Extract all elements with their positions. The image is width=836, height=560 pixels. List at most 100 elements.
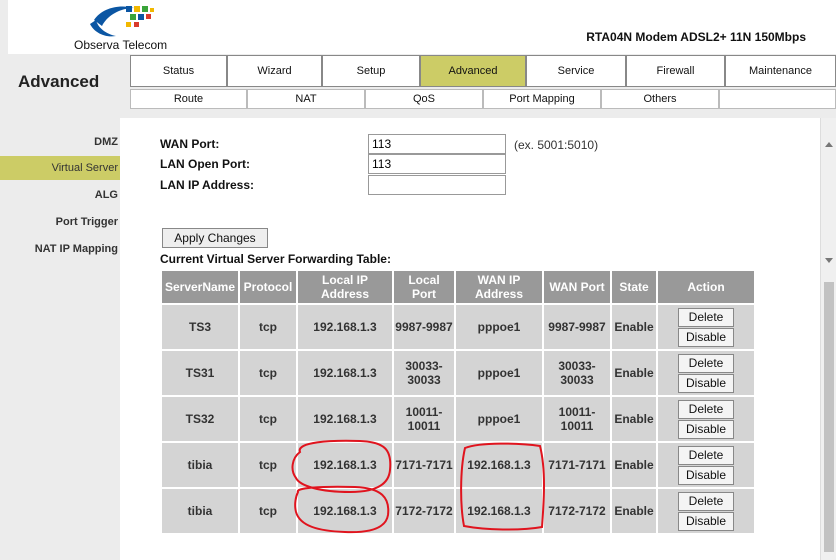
- cell-wan-port: 10011-10011: [544, 397, 610, 441]
- cell-wan-port: 7172-7172: [544, 489, 610, 533]
- disable-button[interactable]: Disable: [678, 327, 734, 347]
- vertical-scrollbar[interactable]: [820, 118, 836, 560]
- cell-action: Delete Disable: [658, 305, 754, 349]
- lan-ip-label: LAN IP Address:: [160, 178, 255, 192]
- header-wan-port: WAN Port: [544, 271, 610, 303]
- delete-button[interactable]: Delete: [678, 399, 734, 419]
- cell-protocol: tcp: [240, 397, 296, 441]
- cell-state: Enable: [612, 489, 656, 533]
- delete-button[interactable]: Delete: [678, 307, 734, 327]
- header-protocol: Protocol: [240, 271, 296, 303]
- subtab-empty: [719, 89, 836, 109]
- cell-wan-ip: pppoe1: [456, 397, 542, 441]
- tab-status[interactable]: Status: [130, 55, 227, 87]
- disable-button[interactable]: Disable: [678, 419, 734, 439]
- cell-action: Delete Disable: [658, 489, 754, 533]
- header-state: State: [612, 271, 656, 303]
- cell-local-ip: 192.168.1.3: [298, 305, 392, 349]
- cell-state: Enable: [612, 305, 656, 349]
- cell-server-name: TS3: [162, 305, 238, 349]
- disable-button[interactable]: Disable: [678, 511, 734, 531]
- tab-service[interactable]: Service: [526, 55, 626, 87]
- sidebar-item-nat-ip-mapping[interactable]: NAT IP Mapping: [0, 237, 120, 261]
- cell-protocol: tcp: [240, 305, 296, 349]
- header-action: Action: [658, 271, 754, 303]
- cell-wan-ip: 192.168.1.3: [456, 489, 542, 533]
- cell-protocol: tcp: [240, 443, 296, 487]
- cell-state: Enable: [612, 397, 656, 441]
- cell-action: Delete Disable: [658, 351, 754, 395]
- cell-wan-port: 30033-30033: [544, 351, 610, 395]
- cell-local-port: 7171-7171: [394, 443, 454, 487]
- wan-port-hint: (ex. 5001:5010): [514, 138, 599, 152]
- cell-state: Enable: [612, 443, 656, 487]
- cell-server-name: TS32: [162, 397, 238, 441]
- table-row: TS32 tcp 192.168.1.3 10011-10011 pppoe1 …: [162, 397, 754, 441]
- disable-button[interactable]: Disable: [678, 465, 734, 485]
- subtab-others[interactable]: Others: [601, 89, 719, 109]
- cell-wan-ip: pppoe1: [456, 351, 542, 395]
- tab-wizard[interactable]: Wizard: [227, 55, 322, 87]
- table-row: tibia tcp 192.168.1.3 7172-7172 192.168.…: [162, 489, 754, 533]
- subtab-route[interactable]: Route: [130, 89, 247, 109]
- sidebar-item-port-trigger[interactable]: Port Trigger: [0, 210, 120, 234]
- subtab-port-mapping[interactable]: Port Mapping: [483, 89, 601, 109]
- brand-name: Observa Telecom: [74, 38, 168, 52]
- header: Observa Telecom RTA04N Modem ADSL2+ 11N …: [8, 0, 836, 54]
- scroll-thumb[interactable]: [824, 282, 834, 552]
- header-server-name: ServerName: [162, 271, 238, 303]
- subtab-nat[interactable]: NAT: [247, 89, 365, 109]
- cell-server-name: TS31: [162, 351, 238, 395]
- cell-local-port: 9987-9987: [394, 305, 454, 349]
- table-header-row: ServerName Protocol Local IP Address Loc…: [162, 271, 754, 303]
- cell-wan-port: 9987-9987: [544, 305, 610, 349]
- modem-model: RTA04N Modem ADSL2+ 11N 150Mbps: [586, 30, 806, 44]
- cell-wan-ip: pppoe1: [456, 305, 542, 349]
- scroll-down-icon[interactable]: [825, 258, 833, 263]
- subtab-qos[interactable]: QoS: [365, 89, 483, 109]
- cell-local-port: 7172-7172: [394, 489, 454, 533]
- table-row: TS31 tcp 192.168.1.3 30033-30033 pppoe1 …: [162, 351, 754, 395]
- header-wan-ip: WAN IP Address: [456, 271, 542, 303]
- cell-server-name: tibia: [162, 489, 238, 533]
- cell-protocol: tcp: [240, 351, 296, 395]
- table-row: TS3 tcp 192.168.1.3 9987-9987 pppoe1 998…: [162, 305, 754, 349]
- cell-wan-port: 7171-7171: [544, 443, 610, 487]
- delete-button[interactable]: Delete: [678, 353, 734, 373]
- cell-local-ip: 192.168.1.3: [298, 443, 392, 487]
- sidebar-item-dmz[interactable]: DMZ: [0, 130, 120, 154]
- tab-setup[interactable]: Setup: [322, 55, 420, 87]
- header-local-port: Local Port: [394, 271, 454, 303]
- router-admin-page: Observa Telecom RTA04N Modem ADSL2+ 11N …: [0, 0, 836, 560]
- delete-button[interactable]: Delete: [678, 491, 734, 511]
- scroll-up-icon[interactable]: [825, 142, 833, 147]
- tab-firewall[interactable]: Firewall: [626, 55, 725, 87]
- cell-state: Enable: [612, 351, 656, 395]
- cell-local-ip: 192.168.1.3: [298, 351, 392, 395]
- cell-server-name: tibia: [162, 443, 238, 487]
- cell-action: Delete Disable: [658, 397, 754, 441]
- lan-open-port-input[interactable]: [368, 154, 506, 174]
- sidebar: DMZ Virtual Server ALG Port Trigger NAT …: [0, 118, 120, 560]
- sidebar-item-alg[interactable]: ALG: [0, 183, 120, 207]
- cell-local-ip: 192.168.1.3: [298, 489, 392, 533]
- disable-button[interactable]: Disable: [678, 373, 734, 393]
- cell-local-ip: 192.168.1.3: [298, 397, 392, 441]
- delete-button[interactable]: Delete: [678, 445, 734, 465]
- page-section-title: Advanced: [18, 72, 100, 91]
- main-content: WAN Port: (ex. 5001:5010) LAN Open Port:…: [120, 118, 820, 560]
- lan-ip-input[interactable]: [368, 175, 506, 195]
- tab-maintenance[interactable]: Maintenance: [725, 55, 836, 87]
- apply-changes-button[interactable]: Apply Changes: [162, 228, 268, 248]
- cell-local-port: 10011-10011: [394, 397, 454, 441]
- wan-port-input[interactable]: [368, 134, 506, 154]
- cell-wan-ip: 192.168.1.3: [456, 443, 542, 487]
- sidebar-item-virtual-server[interactable]: Virtual Server: [0, 156, 120, 180]
- cell-protocol: tcp: [240, 489, 296, 533]
- tab-advanced[interactable]: Advanced: [420, 55, 526, 87]
- table-title: Current Virtual Server Forwarding Table:: [160, 252, 391, 266]
- wan-port-label: WAN Port:: [160, 137, 220, 151]
- cell-local-port: 30033-30033: [394, 351, 454, 395]
- cell-action: Delete Disable: [658, 443, 754, 487]
- forwarding-table: ServerName Protocol Local IP Address Loc…: [160, 269, 756, 535]
